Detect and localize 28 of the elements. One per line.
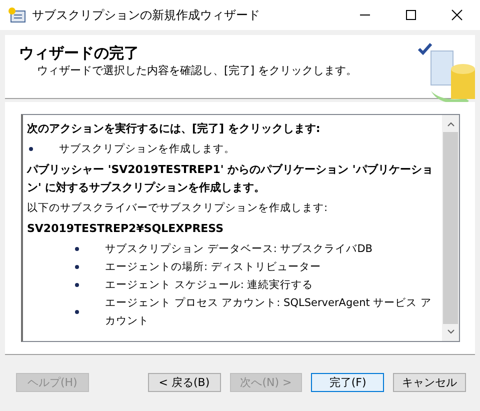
scroll-up-icon[interactable] <box>446 121 454 127</box>
summary-line: サブスクリプション データベース: サブスクライバDB <box>105 242 373 257</box>
summary-line: エージェント プロセス アカウント: SQLServerAgent サービス アカウント <box>105 296 433 329</box>
page-subtitle: ウィザードで選択した内容を確認し、[完了] をクリックします。 <box>36 63 358 78</box>
dialog-button[interactable]: キャンセル <box>393 373 466 392</box>
scrollbar[interactable] <box>442 115 459 341</box>
summary-line: SV2019TESTREP2¥SQLEXPRESS <box>27 222 224 235</box>
dialog-button[interactable]: < 戻る(B) <box>148 373 221 392</box>
bullet-icon <box>75 283 79 287</box>
summary-line: サブスクリプションを作成します。 <box>59 142 235 157</box>
scroll-down-icon[interactable] <box>446 329 454 335</box>
dialog-button[interactable]: 完了(F) <box>311 373 384 392</box>
app-icon <box>8 7 26 23</box>
bullet-icon <box>29 147 33 151</box>
summary-line: エージェント スケジュール: 連続実行する <box>105 278 314 293</box>
wizard-drawing <box>417 41 475 105</box>
summary-textbox[interactable] <box>21 114 460 342</box>
summary-line: 次のアクションを実行するには、[完了] をクリックします: <box>27 122 320 135</box>
close-icon[interactable] <box>451 9 463 21</box>
bullet-icon <box>75 247 79 251</box>
bullet-icon <box>75 265 79 269</box>
summary-line: 以下のサブスクライバーでサブスクリプションを作成します: <box>27 201 328 216</box>
bullet-icon <box>75 310 79 314</box>
window-title: サブスクリプションの新規作成ウィザード <box>32 6 261 24</box>
summary-line: パブリッシャー 'SV2019TESTREP1' からのパブリケーション 'パブリケーション' に対するサブスクリプションを作成します。 <box>27 163 433 194</box>
summary-line: エージェントの場所: ディストリビューター <box>105 260 321 275</box>
page-title: ウィザードの完了 <box>19 44 140 63</box>
maximize-icon[interactable] <box>405 9 417 21</box>
